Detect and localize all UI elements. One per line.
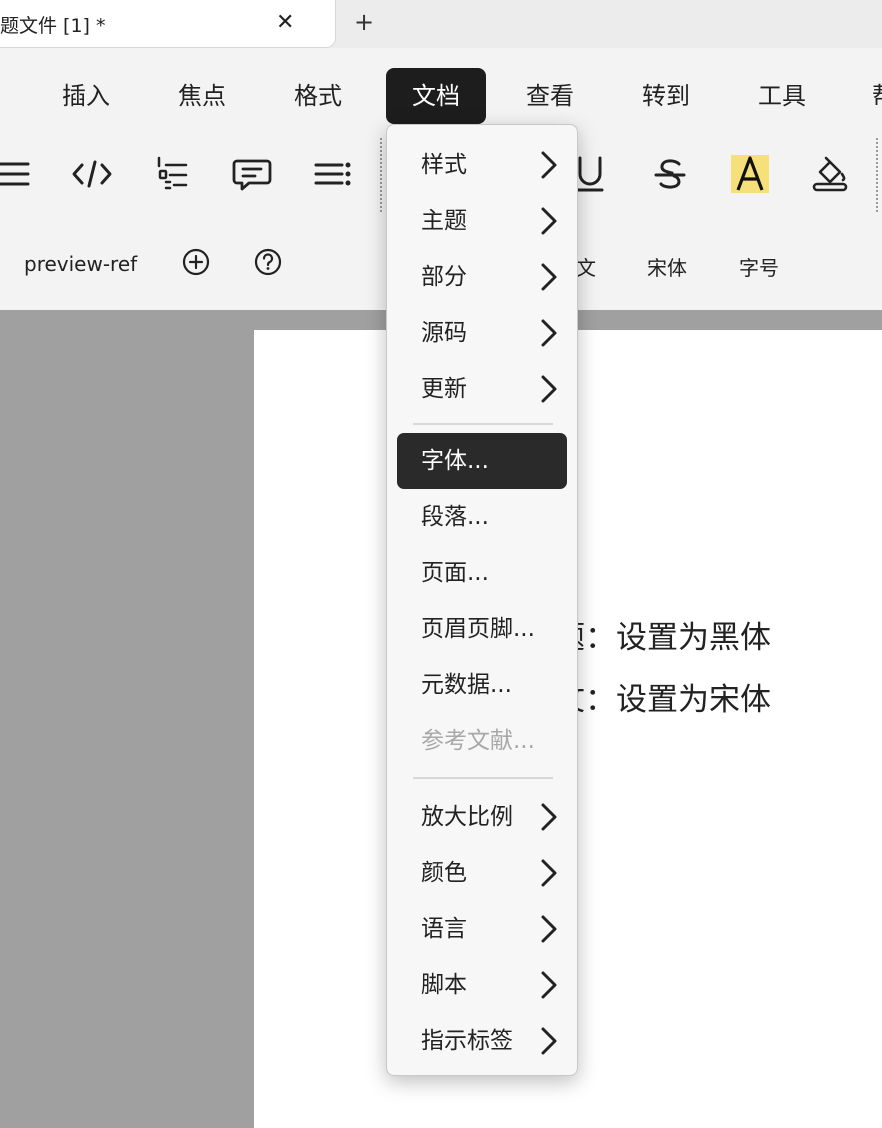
menu-item-zoom[interactable]: 放大比例: [397, 789, 567, 845]
menu-separator: [413, 777, 553, 779]
menu-item-label: 页面...: [421, 560, 489, 586]
menu-item-label: 放大比例: [421, 804, 513, 830]
menu-help[interactable]: 帮: [872, 68, 882, 124]
add-tab-icon[interactable]: +: [354, 8, 374, 36]
comment-icon[interactable]: [228, 150, 276, 198]
menu-goto[interactable]: 转到: [642, 68, 690, 124]
menu-item-label: 主题: [421, 208, 467, 234]
add-circle-icon[interactable]: [180, 246, 212, 278]
menu-insert[interactable]: 插入: [62, 68, 110, 124]
menu-item-section[interactable]: 部分: [397, 249, 567, 305]
chevron-right-icon: [537, 150, 561, 180]
chevron-right-icon: [537, 374, 561, 404]
tab-bar: 题文件 [1] * ✕ +: [0, 0, 882, 48]
chevron-right-icon: [537, 858, 561, 888]
toolbar-separator-right: [876, 138, 878, 212]
menu-item-label: 源码: [421, 320, 467, 346]
menu-item-label: 颜色: [421, 860, 467, 886]
menu-document[interactable]: 文档: [386, 68, 486, 124]
chevron-right-icon: [537, 318, 561, 348]
menu-item-metadata[interactable]: 元数据...: [397, 657, 567, 713]
menu-item-label: 样式: [421, 152, 467, 178]
fill-icon[interactable]: [806, 150, 854, 198]
tab-title: 题文件 [1] *: [0, 15, 106, 37]
style-partial-label[interactable]: 文: [576, 252, 596, 281]
menu-item-label: 段落...: [421, 504, 489, 530]
toolbar-separator: [380, 138, 382, 212]
menu-item-bibliography: 参考文献...: [397, 713, 567, 769]
strikethrough-icon[interactable]: [646, 150, 694, 198]
document-tab[interactable]: 题文件 [1] * ✕: [0, 0, 336, 48]
document-line: 文：设置为宋体: [554, 682, 771, 718]
menu-item-theme[interactable]: 主题: [397, 193, 567, 249]
menu-item-label: 页眉页脚...: [421, 616, 535, 642]
menu-item-label: 脚本: [421, 972, 467, 998]
menu-format[interactable]: 格式: [294, 68, 342, 124]
menu-item-font[interactable]: 字体...: [397, 433, 567, 489]
code-icon[interactable]: [68, 150, 116, 198]
menu-focus[interactable]: 焦点: [178, 68, 226, 124]
close-icon[interactable]: ✕: [276, 10, 294, 35]
preview-ref-button[interactable]: preview-ref: [24, 252, 137, 276]
chevron-right-icon: [537, 914, 561, 944]
menu-tools[interactable]: 工具: [758, 68, 806, 124]
document-menu-dropdown: 样式 主题 部分 源码 更新 字体... 段落... 页面... 页眉页脚...…: [386, 124, 578, 1076]
menu-item-style[interactable]: 样式: [397, 137, 567, 193]
menu-item-label: 元数据...: [421, 672, 512, 698]
chevron-right-icon: [537, 802, 561, 832]
menu-item-label: 字体...: [421, 448, 489, 474]
list-icon[interactable]: [0, 150, 38, 198]
menu-item-indicator-tags[interactable]: 指示标签: [397, 1013, 567, 1069]
chevron-right-icon: [537, 262, 561, 292]
menu-item-page[interactable]: 页面...: [397, 545, 567, 601]
help-circle-icon[interactable]: [252, 246, 284, 278]
menu-item-language[interactable]: 语言: [397, 901, 567, 957]
chevron-right-icon: [537, 206, 561, 236]
menu-separator: [413, 423, 553, 425]
document-line: 题：设置为黑体: [554, 620, 771, 656]
menu-view[interactable]: 查看: [526, 68, 574, 124]
font-selector[interactable]: 宋体: [647, 252, 687, 281]
menu-item-label: 指示标签: [421, 1028, 513, 1054]
menu-item-paragraph[interactable]: 段落...: [397, 489, 567, 545]
menu-item-label: 语言: [421, 916, 467, 942]
align-icon[interactable]: [308, 150, 356, 198]
menu-item-update[interactable]: 更新: [397, 361, 567, 417]
menu-item-script[interactable]: 脚本: [397, 957, 567, 1013]
menu-item-label: 部分: [421, 264, 467, 290]
chevron-right-icon: [537, 970, 561, 1000]
menu-item-header-footer[interactable]: 页眉页脚...: [397, 601, 567, 657]
highlight-icon[interactable]: [726, 150, 774, 198]
font-size-selector[interactable]: 字号: [739, 252, 779, 281]
numbered-list-icon[interactable]: [148, 150, 196, 198]
menu-item-source[interactable]: 源码: [397, 305, 567, 361]
menu-item-color[interactable]: 颜色: [397, 845, 567, 901]
menu-item-label: 更新: [421, 376, 467, 402]
menu-item-label: 参考文献...: [421, 728, 535, 754]
chevron-right-icon: [537, 1026, 561, 1056]
